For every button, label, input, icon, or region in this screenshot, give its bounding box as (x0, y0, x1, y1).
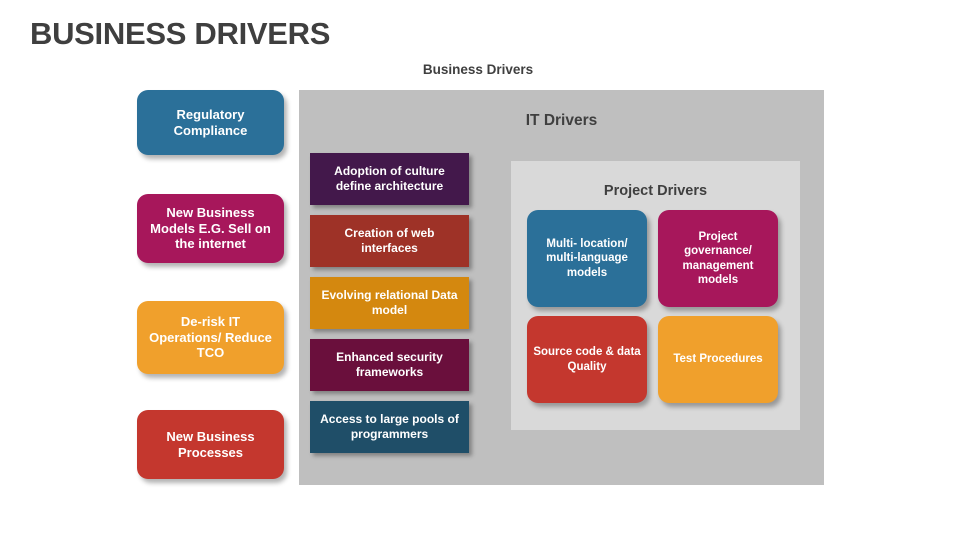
project-driver-label: Multi- location/ multi-language models (546, 238, 628, 279)
project-driver-box[interactable]: Test Procedures (658, 316, 778, 403)
business-driver-label: Regulatory Compliance (173, 106, 248, 138)
slide-canvas: BUSINESS DRIVERS Business Drivers IT Dri… (0, 0, 960, 540)
it-driver-box[interactable]: Creation of web interfaces (310, 215, 469, 267)
business-driver-box[interactable]: New Business Processes (137, 410, 284, 479)
caption-business-drivers: Business Drivers (422, 62, 534, 77)
caption-project-drivers: Project Drivers (603, 183, 708, 199)
business-driver-box[interactable]: New Business Models E.G. Sell on the int… (137, 194, 284, 263)
it-driver-box[interactable]: Adoption of culture define architecture (310, 153, 469, 205)
page-title: BUSINESS DRIVERS (30, 16, 331, 51)
it-driver-label: Evolving relational Data model (321, 288, 458, 317)
project-driver-box[interactable]: Project governance/ management models (658, 210, 778, 307)
it-driver-box[interactable]: Evolving relational Data model (310, 277, 469, 329)
it-driver-label: Creation of web interfaces (344, 226, 435, 255)
project-driver-label: Source code & data Quality (533, 346, 641, 373)
business-driver-label: De-risk IT Operations/ Reduce TCO (149, 313, 272, 361)
project-driver-label: Test Procedures (673, 353, 763, 366)
it-driver-label: Adoption of culture define architecture (334, 164, 445, 193)
project-driver-label: Project governance/ management models (682, 231, 754, 286)
project-driver-box[interactable]: Multi- location/ multi-language models (527, 210, 647, 307)
it-driver-label: Enhanced security frameworks (336, 350, 443, 379)
caption-it-drivers: IT Drivers (525, 112, 598, 129)
it-driver-box[interactable]: Access to large pools of programmers (310, 401, 469, 453)
business-driver-box[interactable]: Regulatory Compliance (137, 90, 284, 155)
it-driver-label: Access to large pools of programmers (320, 412, 459, 441)
project-driver-box[interactable]: Source code & data Quality (527, 316, 647, 403)
it-driver-box[interactable]: Enhanced security frameworks (310, 339, 469, 391)
business-driver-box[interactable]: De-risk IT Operations/ Reduce TCO (137, 301, 284, 374)
business-driver-label: New Business Processes (166, 428, 255, 460)
business-driver-label: New Business Models E.G. Sell on the int… (150, 204, 271, 252)
